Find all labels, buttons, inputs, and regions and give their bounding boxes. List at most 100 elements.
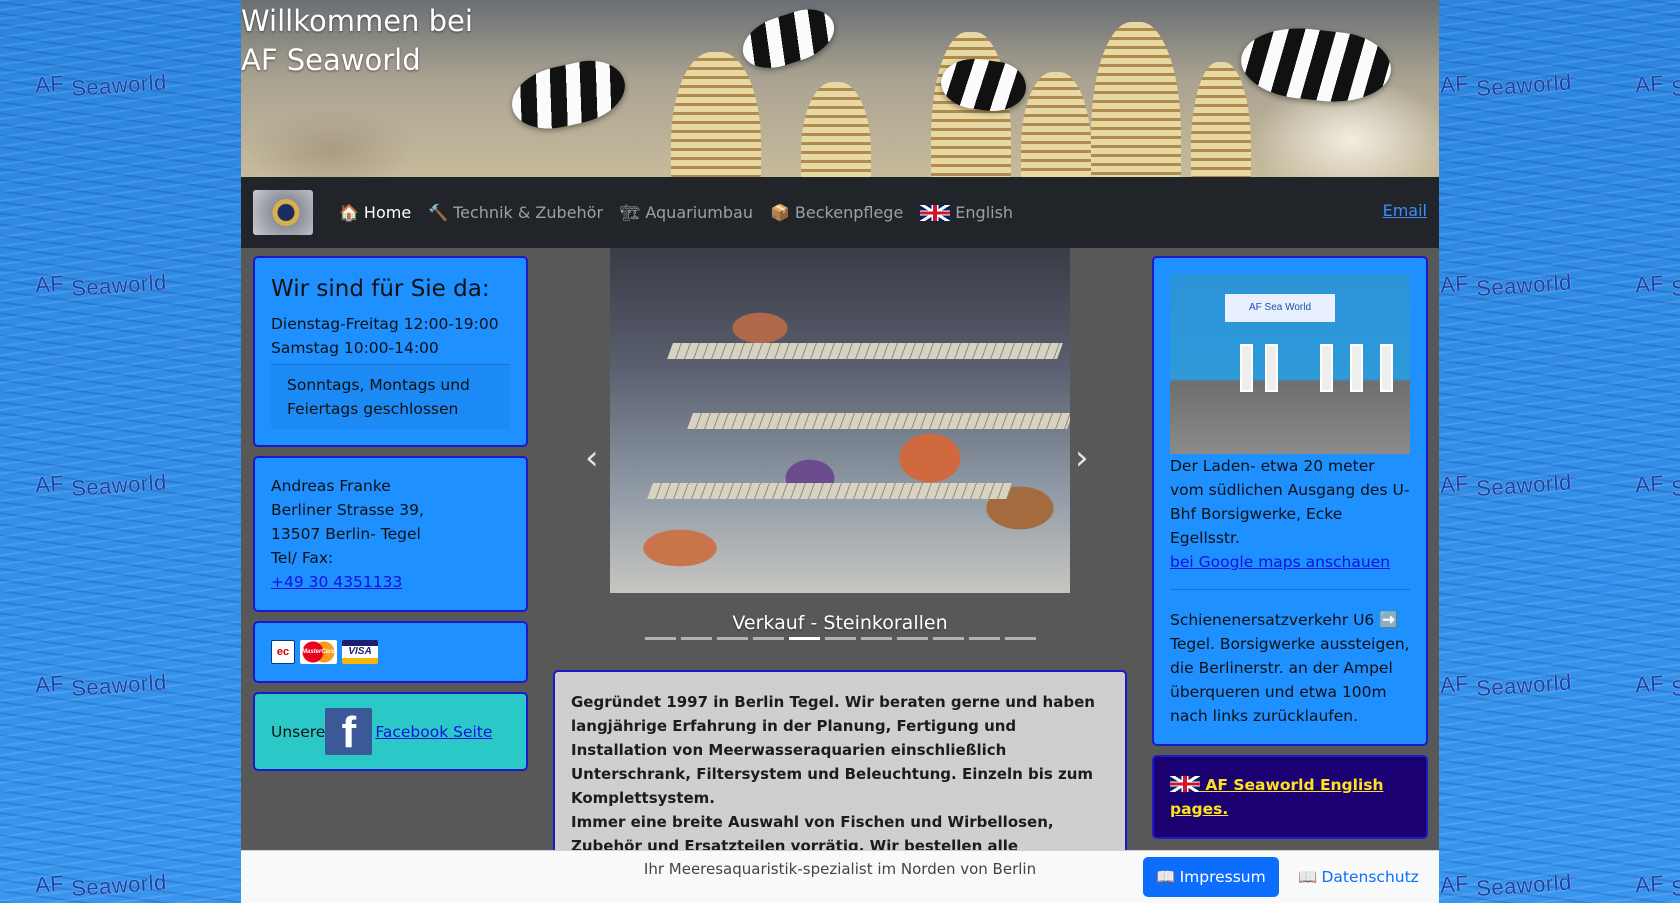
opening-hours-title: Wir sind für Sie da: [271, 276, 490, 302]
carousel-indicator[interactable] [933, 637, 964, 640]
nav-aquariumbau-label: Aquariumbau [645, 203, 753, 222]
phone-link[interactable]: +49 30 4351133 [271, 573, 402, 591]
tank-shelf [687, 413, 1070, 429]
shop-location-card: AF Sea World Der Laden- etwa 20 meter vo… [1152, 256, 1428, 746]
site-title-line2: AF Seaworld [241, 43, 421, 77]
shop-window [1320, 344, 1333, 392]
right-column: AF Sea World Der Laden- etwa 20 meter vo… [1152, 256, 1428, 848]
fish-decoration [506, 53, 631, 137]
watermark-text: AF Seaworld [1439, 863, 1573, 902]
watermark-text: AF Seaworld [1634, 63, 1680, 102]
impressum-button[interactable]: 📖 Impressum [1143, 857, 1279, 897]
watermark-text: AF Seaworld [34, 463, 168, 502]
brand-logo[interactable] [253, 190, 313, 235]
watermark-part: Seaworld [70, 869, 168, 902]
nav-english[interactable]: English [920, 203, 1013, 222]
shop-window [1265, 344, 1278, 392]
carousel-indicator[interactable] [897, 637, 928, 640]
watermark-part: AF [1634, 670, 1672, 698]
tank-shelf [647, 483, 1013, 499]
watermark-text: AF Seaworld [1634, 863, 1680, 901]
watermark-text: AF Seaworld [34, 863, 168, 902]
watermark-part: AF [1439, 470, 1477, 498]
construction-icon: 🏗 [620, 203, 641, 222]
nav-english-label: English [955, 203, 1014, 222]
nav-technik-label: Technik & Zubehör [453, 203, 604, 222]
carousel-indicator[interactable] [861, 637, 892, 640]
google-maps-link[interactable]: bei Google maps anschauen [1170, 553, 1390, 571]
shop-sign: AF Sea World [1225, 294, 1335, 322]
facebook-prefix: Unsere [271, 722, 326, 741]
carousel-next-button[interactable]: › [1075, 438, 1089, 478]
nav-beckenpflege-label: Beckenpflege [794, 203, 904, 222]
facebook-icon[interactable]: f [325, 708, 373, 755]
about-paragraph-1: Gegründet 1997 in Berlin Tegel. Wir bera… [571, 693, 1095, 807]
header-banner: Willkommen bei AF Seaworld [241, 0, 1439, 177]
carousel-indicator[interactable] [717, 637, 748, 640]
english-pages-link[interactable]: AF Seaworld English pages. [1170, 776, 1384, 818]
fish-decoration [735, 1, 842, 77]
carousel-indicator[interactable] [789, 637, 820, 640]
watermark-part: AF [1634, 470, 1672, 498]
impressum-label: Impressum [1179, 868, 1266, 886]
coral-decoration [1091, 22, 1181, 177]
shop-window [1380, 344, 1393, 392]
care-box-icon: 📦 [769, 203, 790, 222]
datenschutz-label: Datenschutz [1321, 868, 1419, 886]
watermark-text: AF Seaworld [34, 63, 167, 101]
watermark-part: AF [1439, 870, 1477, 898]
watermark-part: AF [1439, 70, 1477, 98]
opening-hours-card: Wir sind für Sie da: Dienstag-Freitag 12… [253, 256, 528, 447]
house-icon: 🏠 [339, 203, 359, 222]
watermark-part: Seaworld [1670, 69, 1680, 102]
nav-beckenpflege[interactable]: 📦 Beckenpflege [770, 203, 903, 222]
closed-days-note: Sonntags, Montags und Feiertags geschlos… [271, 364, 510, 429]
coral-decoration [1021, 72, 1091, 177]
watermark-part: AF [1439, 670, 1477, 698]
carousel-indicator[interactable] [969, 637, 1000, 640]
facebook-link[interactable]: Facebook Seite [375, 720, 492, 744]
nav-home[interactable]: 🏠 Home [339, 203, 411, 222]
carousel-indicator[interactable] [645, 637, 676, 640]
main-navbar: 🏠 Home 🔨 Technik & Zubehör 🏗 Aquariumbau… [241, 177, 1439, 248]
image-carousel: ‹ › Verkauf - Steinkorallen [585, 248, 1089, 640]
opening-hours-weekdays: Dienstag-Freitag 12:00-19:00 [271, 315, 499, 333]
opening-hours-saturday: Samstag 10:00-14:00 [271, 339, 439, 357]
nav-technik[interactable]: 🔨 Technik & Zubehör [428, 203, 603, 222]
watermark-part: Seaworld [1475, 869, 1573, 902]
nav-aquariumbau[interactable]: 🏗 Aquariumbau [620, 203, 753, 222]
watermark-part: Seaworld [1475, 669, 1573, 702]
carousel-prev-button[interactable]: ‹ [585, 438, 599, 478]
datenschutz-button[interactable]: 📖 Datenschutz [1291, 857, 1426, 897]
watermark-text: AF Seaworld [1634, 663, 1680, 701]
divider [1170, 589, 1410, 590]
english-pages-card: AF Seaworld English pages. [1152, 755, 1428, 839]
carousel-indicator[interactable] [753, 637, 784, 640]
watermark-part: AF [1439, 270, 1477, 298]
watermark-part: AF [34, 470, 72, 498]
address-street: Berliner Strasse 39, [271, 501, 424, 519]
carousel-indicator[interactable] [825, 637, 856, 640]
carousel-indicator[interactable] [681, 637, 712, 640]
watermark-text: AF Seaworld [1439, 663, 1573, 702]
watermark-text: AF Seaworld [1634, 263, 1680, 302]
mastercard-icon: MasterCard [300, 640, 337, 664]
shop-directions: Der Laden- etwa 20 meter vom südlichen A… [1170, 457, 1410, 547]
watermark-part: Seaworld [70, 469, 168, 502]
address-card: Andreas Franke Berliner Strasse 39, 1350… [253, 456, 528, 612]
phone-label: Tel/ Fax: [271, 549, 334, 567]
ec-card-icon: ec [271, 640, 295, 664]
watermark-part: Seaworld [70, 269, 168, 302]
site-title: Willkommen bei AF Seaworld [241, 2, 473, 80]
coral-decoration [1191, 62, 1251, 177]
carousel-slide-image [610, 248, 1070, 593]
tools-icon: 🔨 [428, 203, 449, 222]
shop-photo: AF Sea World [1170, 274, 1410, 454]
watermark-part: Seaworld [1670, 269, 1680, 302]
email-link[interactable]: Email [1383, 201, 1427, 220]
rail-replacement-notice: Schienenersatzverkehr U6 ➡️ Tegel. Borsi… [1170, 611, 1410, 725]
fish-decoration [1237, 22, 1395, 108]
visa-icon: VISA [342, 640, 378, 664]
carousel-indicator[interactable] [1005, 637, 1036, 640]
uk-flag-icon [1170, 776, 1200, 792]
